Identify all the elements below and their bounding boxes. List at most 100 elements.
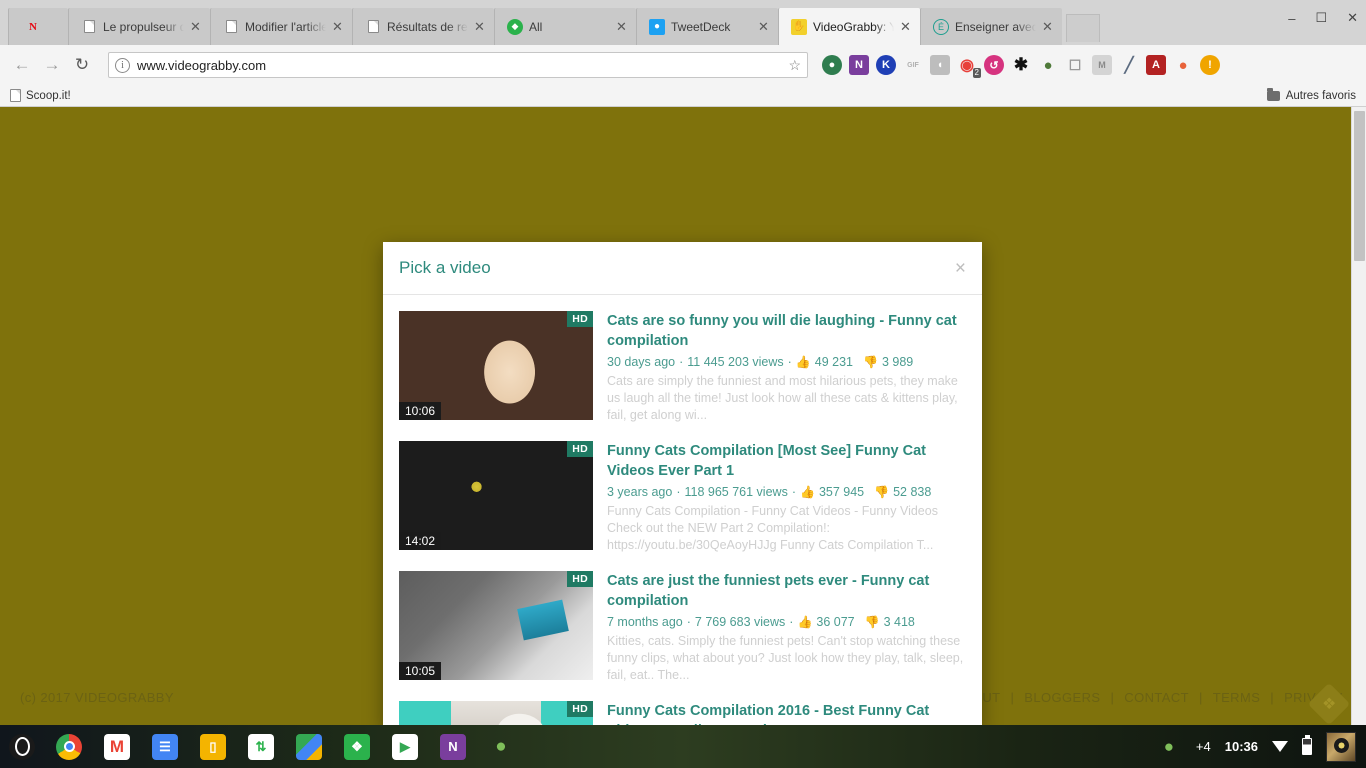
back-button[interactable]: ← bbox=[8, 51, 36, 79]
feedly-icon: ◆ bbox=[507, 18, 523, 35]
chrome-icon[interactable] bbox=[56, 733, 82, 760]
system-tray[interactable]: ● +4 10:36 bbox=[1156, 731, 1366, 762]
browser-toolbar: ← → ↻ i www.videograbby.com ☆ ● N K GIF … bbox=[0, 45, 1366, 85]
video-meta: 3 years ago · 118 965 761 views · 👍 357 … bbox=[607, 483, 966, 501]
alert-icon[interactable]: ! bbox=[1200, 55, 1220, 75]
video-result-item[interactable]: HD 10:05 Cats are just the funniest pets… bbox=[399, 563, 966, 693]
video-description: Funny Cats Compilation - Funny Cat Video… bbox=[607, 504, 938, 552]
mendeley-icon[interactable]: M bbox=[1092, 55, 1112, 75]
other-bookmarks-folder[interactable]: Autres favoris bbox=[1266, 87, 1356, 102]
video-meta: 7 months ago · 7 769 683 views · 👍 36 07… bbox=[607, 613, 966, 631]
tab-netflix[interactable]: N bbox=[8, 8, 68, 45]
footer-link-bloggers[interactable]: BLOGGERS bbox=[1021, 690, 1103, 705]
evernote-icon: É bbox=[933, 18, 949, 35]
footer-link-contact[interactable]: CONTACT bbox=[1121, 690, 1192, 705]
tab-close-icon[interactable]: ✕ bbox=[1042, 20, 1056, 33]
cast-icon[interactable]: ☐ bbox=[1065, 55, 1085, 75]
video-title[interactable]: Cats are so funny you will die laughing … bbox=[607, 311, 966, 351]
maximize-button[interactable]: ☐ bbox=[1315, 10, 1327, 26]
tab-modifier-article[interactable]: Modifier l'article ‹ L ✕ bbox=[210, 8, 352, 45]
bookmark-star-icon[interactable]: ☆ bbox=[788, 57, 801, 74]
video-result-item[interactable]: HD 14:02 Funny Cats Compilation [Most Se… bbox=[399, 433, 966, 563]
pen-icon[interactable]: ╱ bbox=[1119, 55, 1139, 75]
tab-close-icon[interactable]: ✕ bbox=[616, 20, 630, 33]
video-dislikes: 3 418 bbox=[883, 615, 915, 629]
pocket-badge-count: 2 bbox=[972, 68, 981, 78]
minimize-button[interactable]: – bbox=[1288, 11, 1295, 26]
play-store-icon[interactable]: ▶ bbox=[392, 733, 418, 760]
tab-tweetdeck[interactable]: ● TweetDeck ✕ bbox=[636, 8, 778, 45]
video-result-item[interactable]: HD 10:06 Cats are so funny you will die … bbox=[399, 303, 966, 433]
video-thumbnail[interactable]: HD 14:02 bbox=[399, 441, 593, 550]
footer-sep: | bbox=[1270, 689, 1275, 705]
bookmarks-bar: Scoop.it! Autres favoris bbox=[0, 85, 1366, 107]
new-tab-button[interactable] bbox=[1066, 14, 1100, 42]
tab-title: TweetDeck bbox=[671, 19, 731, 34]
video-result-item[interactable]: FUNNY VINES HD 03:48 Funny Cats Compilat… bbox=[399, 693, 966, 729]
page-scrollbar[interactable] bbox=[1351, 107, 1366, 729]
google-slides-icon[interactable]: ▯ bbox=[200, 733, 226, 760]
kami-icon[interactable]: K bbox=[876, 55, 896, 75]
video-views: 118 965 761 views bbox=[684, 485, 788, 499]
album-art-icon[interactable] bbox=[1326, 731, 1356, 762]
turtle-icon[interactable]: ● bbox=[1038, 55, 1058, 75]
clock[interactable]: 10:36 bbox=[1225, 739, 1258, 754]
tab-close-icon[interactable]: ✕ bbox=[900, 20, 914, 33]
turtle-icon[interactable]: ● bbox=[1156, 734, 1182, 760]
tab-close-icon[interactable]: ✕ bbox=[332, 20, 346, 33]
star-icon[interactable]: ✱ bbox=[1011, 55, 1031, 75]
close-icon[interactable]: × bbox=[955, 259, 966, 278]
tab-title: Enseigner avec le n bbox=[955, 19, 1036, 34]
gif-icon[interactable]: GIF bbox=[903, 55, 923, 75]
brain-icon[interactable]: ● bbox=[1173, 55, 1193, 75]
snap-icon[interactable]: ⇅ bbox=[248, 733, 274, 760]
buffer-icon[interactable]: ↺ bbox=[984, 55, 1004, 75]
onenote-clipper-icon[interactable]: N bbox=[849, 55, 869, 75]
scrollbar-thumb[interactable] bbox=[1354, 111, 1365, 261]
forward-button[interactable]: → bbox=[38, 51, 66, 79]
launcher-button[interactable] bbox=[0, 733, 44, 760]
google-docs-icon[interactable]: ☰ bbox=[152, 733, 178, 760]
evernote-web-clipper-icon[interactable]: ● bbox=[822, 55, 842, 75]
folder-icon bbox=[1266, 87, 1280, 101]
meta-separator: · bbox=[787, 355, 792, 369]
tab-feedly-all[interactable]: ◆ All ✕ bbox=[494, 8, 636, 45]
tab-close-icon[interactable]: ✕ bbox=[758, 20, 772, 33]
site-info-icon[interactable]: i bbox=[115, 57, 130, 73]
video-thumbnail[interactable]: HD 10:06 bbox=[399, 311, 593, 420]
extension-toolbar: ● N K GIF ◖ ◉ 2 ↺ ✱ ● ☐ M ╱ A ● ! bbox=[818, 55, 1220, 78]
thumbs-up-icon: 👍 bbox=[795, 355, 811, 369]
thumbs-down-icon: 👎 bbox=[863, 355, 878, 369]
onenote-icon[interactable]: N bbox=[440, 733, 466, 760]
close-window-button[interactable]: ✕ bbox=[1347, 10, 1358, 26]
tab-close-icon[interactable]: ✕ bbox=[190, 20, 204, 33]
tab-enseigner-avec-le-numerique[interactable]: É Enseigner avec le n ✕ bbox=[920, 8, 1062, 45]
rss-feed-icon[interactable]: ◖ bbox=[930, 55, 950, 75]
video-likes: 36 077 bbox=[816, 615, 855, 629]
tab-title: Résultats de reche bbox=[387, 19, 468, 34]
tab-le-propulseur[interactable]: Le propulseur de T ✕ bbox=[68, 8, 210, 45]
hd-badge: HD bbox=[567, 571, 593, 587]
video-title[interactable]: Cats are just the funniest pets ever - F… bbox=[607, 571, 966, 611]
battery-icon[interactable] bbox=[1302, 735, 1312, 755]
pocket-icon[interactable]: ◉ 2 bbox=[957, 55, 981, 78]
reload-button[interactable]: ↻ bbox=[68, 51, 96, 79]
videograbby-icon: ✋ bbox=[791, 18, 807, 35]
video-thumbnail[interactable]: HD 10:05 bbox=[399, 571, 593, 680]
thumbs-down-icon: 👎 bbox=[874, 485, 890, 499]
address-bar[interactable]: i www.videograbby.com ☆ bbox=[108, 52, 808, 78]
tab-videograbby[interactable]: ✋ VideoGrabby: Yout ✕ bbox=[778, 8, 920, 45]
turtle-icon[interactable]: ● bbox=[488, 734, 514, 760]
shelf-app-list: M ☰ ▯ ⇅ ❖ ▶ N ● bbox=[44, 733, 514, 760]
tab-resultats-recherche[interactable]: Résultats de reche ✕ bbox=[352, 8, 494, 45]
footer-link-terms[interactable]: TERMS bbox=[1210, 690, 1264, 705]
google-drive-icon[interactable] bbox=[296, 733, 322, 760]
wifi-icon[interactable] bbox=[1272, 741, 1288, 752]
tab-title: VideoGrabby: Yout bbox=[813, 19, 894, 34]
dictionary-icon[interactable]: A bbox=[1146, 55, 1166, 75]
video-title[interactable]: Funny Cats Compilation [Most See] Funny … bbox=[607, 441, 966, 481]
feedly-icon[interactable]: ❖ bbox=[344, 733, 370, 760]
bookmark-scoopit[interactable]: Scoop.it! bbox=[10, 89, 71, 102]
gmail-icon[interactable]: M bbox=[104, 733, 130, 760]
tab-close-icon[interactable]: ✕ bbox=[474, 20, 488, 33]
